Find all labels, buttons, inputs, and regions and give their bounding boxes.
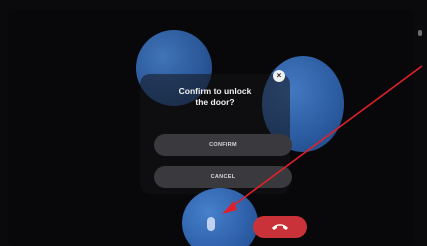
camera-indicator xyxy=(418,30,422,36)
intercom-app-window: Confirm to unlock the door? × CONFIRM CA… xyxy=(0,0,427,246)
cancel-button[interactable]: CANCEL xyxy=(154,166,292,188)
hangup-button[interactable] xyxy=(253,216,307,238)
close-icon[interactable]: × xyxy=(273,70,285,82)
confirm-button[interactable]: CONFIRM xyxy=(154,134,292,156)
dialog-title: Confirm to unlock the door? xyxy=(178,86,252,107)
door-key-icon xyxy=(207,217,215,231)
phone-hangup-icon xyxy=(272,224,288,230)
